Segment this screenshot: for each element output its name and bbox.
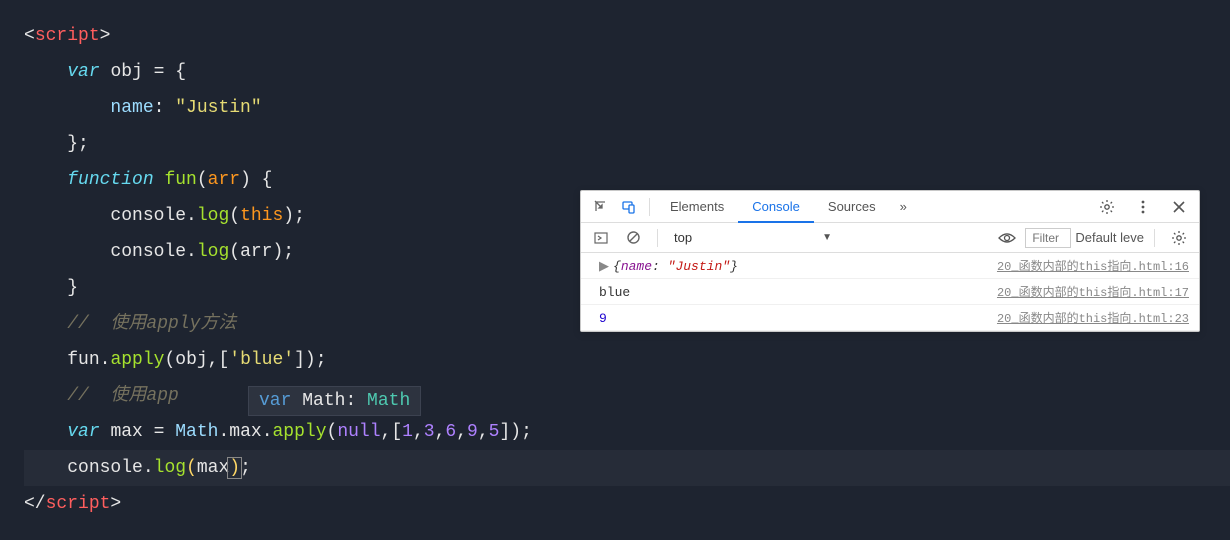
clear-console-icon[interactable] xyxy=(619,224,647,252)
sidebar-toggle-icon[interactable] xyxy=(587,224,615,252)
code-line: name: "Justin" xyxy=(24,90,1230,126)
tab-elements[interactable]: Elements xyxy=(656,191,738,223)
filter-input[interactable] xyxy=(1025,228,1071,248)
code-line: <script> xyxy=(24,18,1230,54)
log-row[interactable]: ▶{name: "Justin"} 20_函数内部的this指向.html:16 xyxy=(581,253,1199,279)
kebab-menu-icon[interactable] xyxy=(1129,193,1157,221)
chevron-down-icon: ▼ xyxy=(822,232,832,243)
console-output: ▶{name: "Justin"} 20_函数内部的this指向.html:16… xyxy=(581,253,1199,331)
tab-sources[interactable]: Sources xyxy=(814,191,890,223)
tab-console[interactable]: Console xyxy=(738,191,814,223)
log-message: 9 xyxy=(599,311,997,326)
device-toggle-icon[interactable] xyxy=(615,193,643,221)
source-link[interactable]: 20_函数内部的this指向.html:16 xyxy=(997,257,1189,274)
code-line: var max = Math.max.apply(null,[1,3,6,9,5… xyxy=(24,414,1230,450)
source-link[interactable]: 20_函数内部的this指向.html:17 xyxy=(997,283,1189,300)
code-line: }; xyxy=(24,126,1230,162)
inspect-icon[interactable] xyxy=(587,193,615,221)
code-line: var obj = { xyxy=(24,54,1230,90)
code-line-current: console.log(max); xyxy=(24,450,1230,486)
log-row[interactable]: blue 20_函数内部的this指向.html:17 xyxy=(581,279,1199,305)
code-line: fun.apply(obj,['blue']); xyxy=(24,342,1230,378)
separator xyxy=(657,229,658,247)
intellisense-tooltip: var Math: Math xyxy=(248,386,421,416)
separator xyxy=(649,198,650,216)
separator xyxy=(1154,229,1155,247)
close-icon[interactable] xyxy=(1165,193,1193,221)
settings-icon[interactable] xyxy=(1093,193,1121,221)
eye-icon[interactable] xyxy=(993,224,1021,252)
source-link[interactable]: 20_函数内部的this指向.html:23 xyxy=(997,309,1189,326)
more-tabs-icon[interactable]: » xyxy=(890,199,917,214)
settings-icon[interactable] xyxy=(1165,224,1193,252)
log-message: blue xyxy=(599,285,997,300)
log-level-selector[interactable]: Default leve xyxy=(1075,230,1144,245)
devtools-panel[interactable]: Elements Console Sources » top ▼ xyxy=(580,190,1200,332)
console-toolbar: top ▼ Default leve xyxy=(581,223,1199,253)
log-row[interactable]: 9 20_函数内部的this指向.html:23 xyxy=(581,305,1199,331)
expand-arrow-icon[interactable]: ▶ xyxy=(599,259,609,274)
context-selector[interactable]: top xyxy=(668,228,822,247)
code-line: // 使用app xyxy=(24,378,1230,414)
code-line: </script> xyxy=(24,486,1230,522)
log-message: ▶{name: "Justin"} xyxy=(599,259,997,274)
devtools-tabbar: Elements Console Sources » xyxy=(581,191,1199,223)
